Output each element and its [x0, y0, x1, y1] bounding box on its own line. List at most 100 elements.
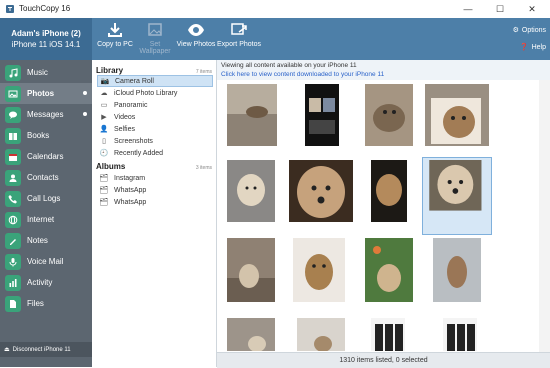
export-photos-button[interactable]: Export Photos — [217, 21, 261, 59]
library-item-recently-added[interactable]: 🕘 Recently Added — [97, 147, 213, 159]
photo-thumbnail[interactable] — [227, 238, 275, 302]
window-title: TouchCopy 16 — [19, 4, 71, 13]
sidebar: Music Photos Messages Books Calendars Co… — [0, 60, 92, 367]
photo-thumbnail[interactable] — [227, 160, 275, 222]
sidebar-item-notes[interactable]: Notes — [0, 230, 92, 251]
sidebar-item-internet[interactable]: Internet — [0, 209, 92, 230]
photo-thumbnail[interactable] — [443, 318, 477, 351]
sidebar-item-label: Voice Mail — [27, 257, 64, 266]
photo-thumbnail[interactable] — [293, 238, 345, 302]
maximize-button[interactable]: ☐ — [489, 2, 511, 16]
notes-icon — [5, 232, 21, 249]
sidebar-item-activity[interactable]: Activity — [0, 272, 92, 293]
vertical-scrollbar[interactable] — [539, 80, 550, 352]
activity-icon — [5, 274, 21, 291]
camera-icon: 📷 — [100, 78, 110, 85]
photo-area: Viewing all content available on your iP… — [217, 60, 550, 368]
copy-to-pc-label: Copy to PC — [97, 41, 133, 48]
album-icon: 🗂 — [99, 187, 109, 194]
album-icon: 🗂 — [99, 175, 109, 182]
messages-icon — [5, 106, 21, 123]
sidebar-item-label: Photos — [27, 89, 55, 98]
disconnect-label: Disconnect iPhone 11 — [12, 346, 71, 353]
wallpaper-icon — [148, 23, 162, 36]
album-item-whatsapp[interactable]: 🗂 WhatsApp — [97, 184, 213, 196]
library-item-selfies[interactable]: 👤 Selfies — [97, 123, 213, 135]
panorama-icon: ▭ — [100, 102, 108, 109]
sidebar-item-label: Contacts — [27, 173, 59, 182]
photo-thumbnail[interactable] — [365, 238, 413, 302]
gear-icon: ⚙ — [512, 27, 519, 34]
close-button[interactable]: ✕ — [521, 2, 543, 16]
sidebar-item-contacts[interactable]: Contacts — [0, 167, 92, 188]
sidebar-item-label: Notes — [27, 236, 48, 245]
phone-icon — [5, 190, 21, 207]
album-item-label: Instagram — [114, 174, 146, 182]
downloaded-content-link[interactable]: Click here to view content downloaded to… — [221, 71, 384, 78]
device-panel: Adam's iPhone (2) iPhone 11 iOS 14.1 — [0, 18, 92, 60]
app-logo-icon — [6, 5, 14, 13]
sidebar-item-label: Files — [27, 299, 44, 308]
sidebar-item-messages[interactable]: Messages — [0, 104, 92, 125]
library-item-panoramic[interactable]: ▭ Panoramic — [97, 99, 213, 111]
library-item-label: iCloud Photo Library — [114, 89, 178, 97]
sidebar-item-label: Internet — [27, 215, 55, 224]
status-bar: 1310 items listed, 0 selected — [217, 352, 550, 368]
files-icon — [5, 295, 21, 312]
library-item-label: Recently Added — [114, 149, 164, 157]
help-label: Help — [531, 43, 546, 51]
photo-thumbnail[interactable] — [227, 84, 277, 146]
options-button[interactable]: ⚙ Options — [512, 26, 546, 35]
library-item-label: Selfies — [114, 125, 136, 133]
library-item-icloud[interactable]: ☁ iCloud Photo Library — [97, 87, 213, 99]
library-item-label: Screenshots — [114, 137, 153, 145]
photo-thumbnail[interactable] — [227, 318, 275, 351]
sidebar-item-books[interactable]: Books — [0, 125, 92, 146]
library-item-videos[interactable]: ▶ Videos — [97, 111, 213, 123]
help-button[interactable]: ❓ Help — [520, 43, 546, 52]
sidebar-item-files[interactable]: Files — [0, 293, 92, 314]
photo-thumbnail[interactable] — [371, 318, 405, 351]
music-icon — [5, 64, 21, 81]
clock-icon: 🕘 — [99, 150, 109, 157]
photos-icon — [5, 85, 21, 102]
sidebar-item-photos[interactable]: Photos — [0, 83, 92, 104]
toolbar: Adam's iPhone (2) iPhone 11 iOS 14.1 Cop… — [0, 18, 550, 60]
selfie-icon: 👤 — [99, 126, 109, 133]
download-icon — [108, 23, 122, 37]
album-item-label: WhatsApp — [114, 198, 147, 206]
photo-thumbnail-selected[interactable] — [422, 157, 492, 235]
sidebar-item-calendars[interactable]: Calendars — [0, 146, 92, 167]
photo-thumbnail[interactable] — [365, 84, 413, 146]
sidebar-item-label: Books — [27, 131, 50, 140]
photo-thumbnail[interactable] — [371, 160, 407, 222]
books-icon — [5, 127, 21, 144]
sidebar-item-call-logs[interactable]: Call Logs — [0, 188, 92, 209]
photo-thumbnail[interactable] — [297, 318, 345, 351]
library-item-label: Panoramic — [114, 101, 148, 109]
photo-thumbnail[interactable] — [305, 84, 339, 146]
sidebar-item-music[interactable]: Music — [0, 62, 92, 83]
view-photos-button[interactable]: View Photos — [176, 21, 216, 59]
device-name: Adam's iPhone (2) — [11, 29, 81, 38]
globe-icon — [5, 211, 21, 228]
cloud-icon: ☁ — [100, 90, 108, 97]
set-wallpaper-button[interactable]: Set Wallpaper — [134, 21, 176, 59]
sidebar-item-voice-mail[interactable]: Voice Mail — [0, 251, 92, 272]
library-item-screenshots[interactable]: ▯ Screenshots — [97, 135, 213, 147]
device-model: iPhone 11 iOS 14.1 — [11, 40, 81, 49]
albums-heading: Albums — [96, 162, 126, 171]
disconnect-button[interactable]: ⏏ Disconnect iPhone 11 — [0, 342, 92, 357]
photo-thumbnail[interactable] — [289, 160, 353, 222]
album-item-whatsapp[interactable]: 🗂 WhatsApp — [97, 196, 213, 208]
title-bar: TouchCopy 16 — ☐ ✕ — [0, 0, 550, 19]
sidebar-item-label: Call Logs — [27, 194, 61, 203]
minimize-button[interactable]: — — [457, 2, 479, 16]
copy-to-pc-button[interactable]: Copy to PC — [94, 21, 136, 59]
photo-thumbnail[interactable] — [425, 84, 489, 146]
library-item-camera-roll[interactable]: 📷 Camera Roll — [97, 75, 213, 87]
album-item-instagram[interactable]: 🗂 Instagram — [97, 172, 213, 184]
photo-thumbnail[interactable] — [433, 238, 481, 302]
sidebar-item-label: Messages — [27, 110, 64, 119]
view-photos-label: View Photos — [176, 41, 216, 48]
